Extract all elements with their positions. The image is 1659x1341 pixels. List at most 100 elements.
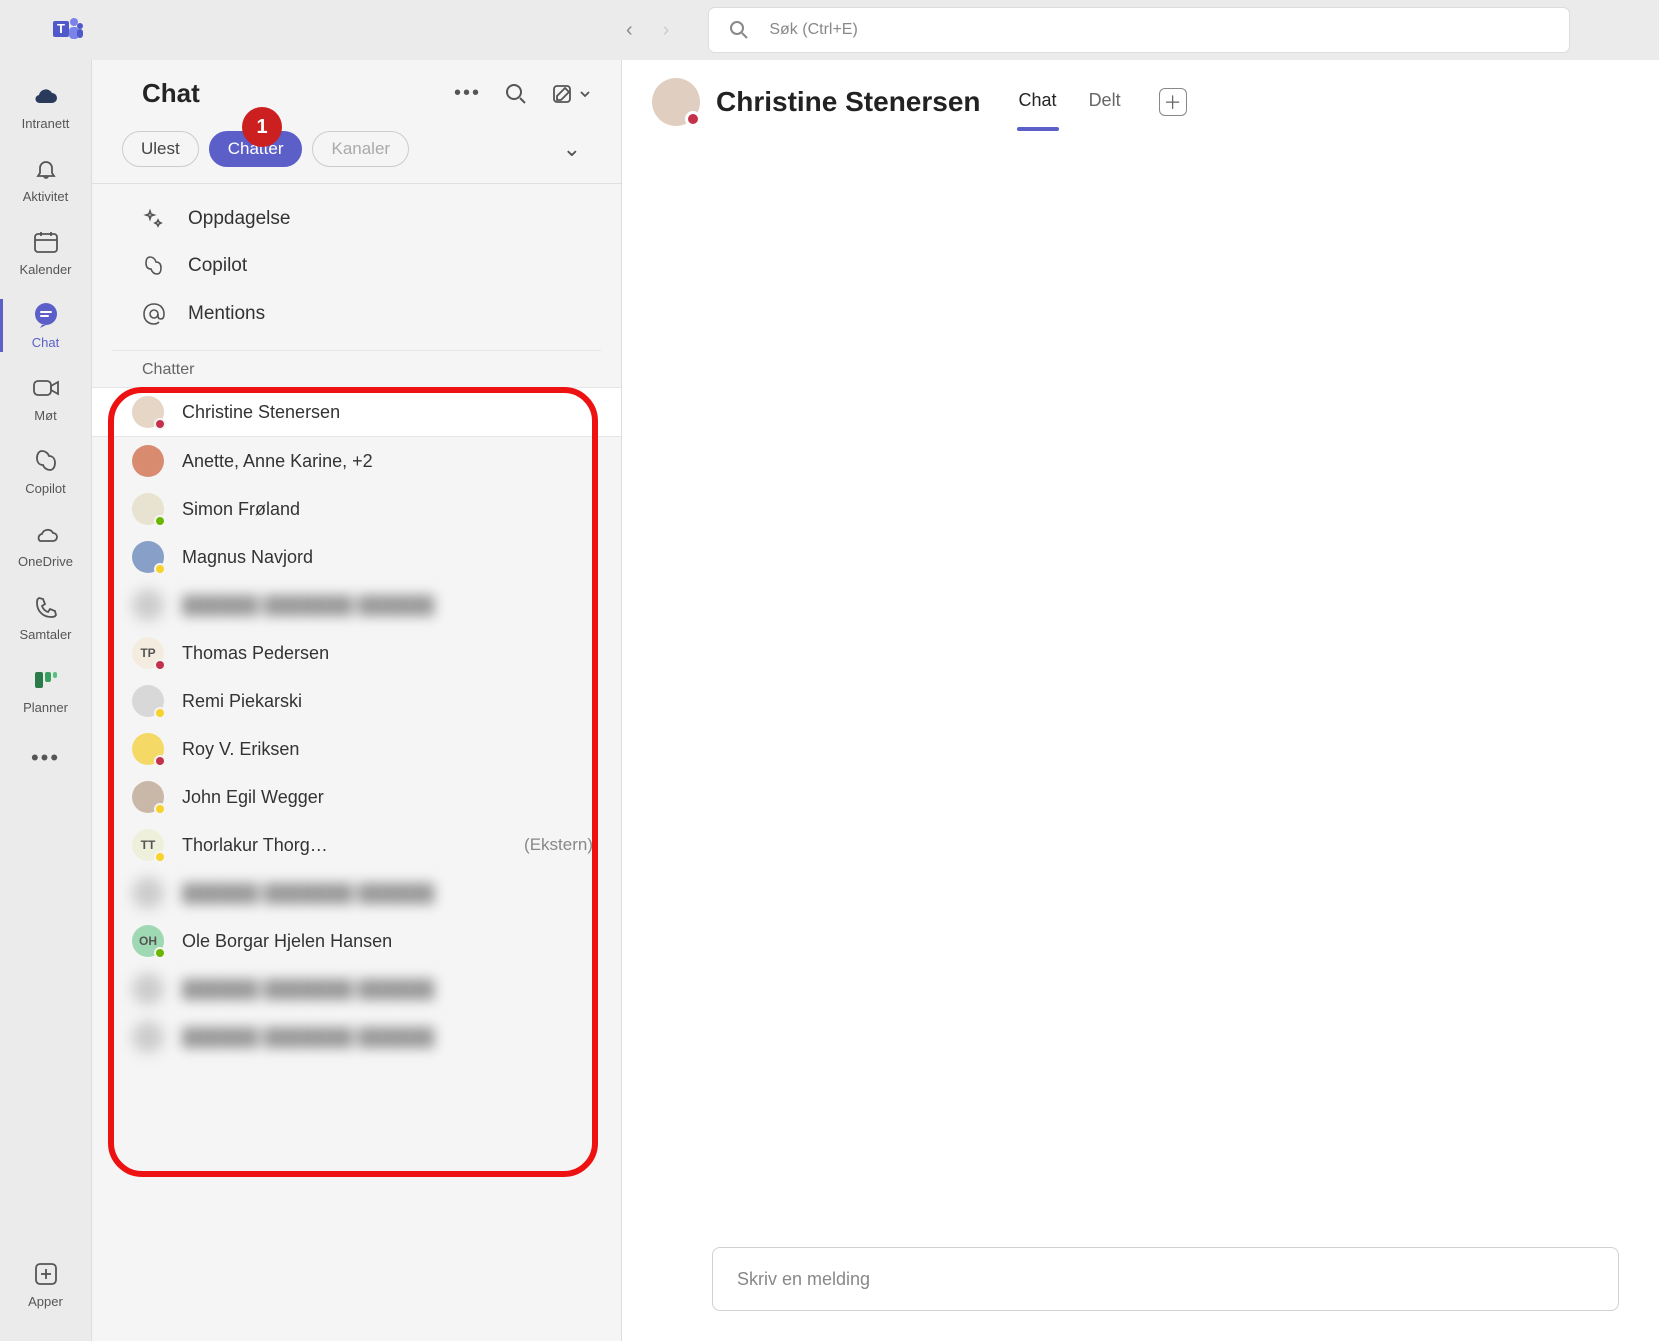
annotation-badge: 1 — [242, 107, 282, 147]
menu-oppdagelse[interactable]: Oppdagelse — [122, 196, 591, 242]
nav-forward-icon[interactable]: › — [663, 19, 670, 42]
chat-name: Christine Stenersen — [182, 402, 601, 423]
rail-mot[interactable]: Møt — [0, 362, 92, 435]
rail-label: OneDrive — [18, 554, 73, 569]
chat-list-item[interactable]: Simon Frøland — [92, 485, 621, 533]
external-label: (Ekstern) — [524, 835, 593, 855]
chat-name: Magnus Navjord — [182, 547, 601, 568]
presence-icon — [154, 803, 166, 815]
add-tab-button[interactable]: ＋ — [1159, 88, 1187, 116]
menu-label: Oppdagelse — [188, 208, 290, 230]
search-placeholder: Søk (Ctrl+E) — [769, 21, 857, 39]
chat-list-item[interactable]: TPThomas Pedersen — [92, 629, 621, 677]
avatar — [132, 973, 164, 1005]
chat-list-item[interactable]: ██████ ███████ ██████ — [92, 965, 621, 1013]
chat-icon — [32, 301, 60, 329]
chevron-down-icon[interactable]: ⌄ — [563, 136, 581, 162]
bell-icon — [32, 155, 60, 183]
filter-search-icon[interactable] — [505, 83, 527, 105]
presence-icon — [154, 659, 166, 671]
avatar: OH — [132, 925, 164, 957]
rail-label: Planner — [23, 700, 68, 715]
nav-arrows: ‹ › — [626, 19, 669, 42]
rail-copilot[interactable]: Copilot — [0, 435, 92, 508]
phone-icon — [32, 593, 60, 621]
cloud-outline-icon — [32, 520, 60, 548]
filter-channels[interactable]: Kanaler — [312, 131, 409, 167]
avatar — [132, 541, 164, 573]
chat-name: John Egil Wegger — [182, 787, 601, 808]
rail-intranett[interactable]: Intranett — [0, 70, 92, 143]
shortcut-menu: Oppdagelse Copilot Mentions — [112, 184, 601, 351]
chat-name: ██████ ███████ ██████ — [182, 1027, 601, 1048]
rail-chat[interactable]: Chat — [0, 289, 92, 362]
presence-icon — [154, 947, 166, 959]
copilot-icon — [142, 254, 168, 278]
avatar: TT — [132, 829, 164, 861]
rail-aktivitet[interactable]: Aktivitet — [0, 143, 92, 216]
rail-label: Møt — [34, 408, 56, 423]
chat-name: Ole Borgar Hjelen Hansen — [182, 931, 601, 952]
cloud-icon — [32, 82, 60, 110]
presence-icon — [685, 111, 701, 127]
svg-text:T: T — [57, 21, 65, 36]
rail-label: Samtaler — [19, 627, 71, 642]
tab-chat[interactable]: Chat — [1017, 84, 1059, 121]
menu-copilot[interactable]: Copilot — [122, 242, 591, 290]
avatar — [132, 589, 164, 621]
compose-icon[interactable] — [551, 83, 591, 105]
chat-name: Remi Piekarski — [182, 691, 601, 712]
chat-list-item[interactable]: John Egil Wegger — [92, 773, 621, 821]
avatar — [132, 493, 164, 525]
chat-list-item[interactable]: Remi Piekarski — [92, 677, 621, 725]
teams-logo-icon: T — [50, 12, 86, 48]
menu-label: Copilot — [188, 255, 247, 277]
rail-onedrive[interactable]: OneDrive — [0, 508, 92, 581]
conversation-title[interactable]: Christine Stenersen — [716, 86, 981, 118]
avatar[interactable] — [652, 78, 700, 126]
rail-label: Intranett — [22, 116, 70, 131]
conversation-header: Christine Stenersen Chat Delt ＋ — [622, 60, 1659, 144]
rail-planner[interactable]: Planner — [0, 654, 92, 727]
presence-icon — [154, 755, 166, 767]
rail-more[interactable]: ••• — [0, 727, 92, 789]
avatar — [132, 685, 164, 717]
rail-apper[interactable]: Apper — [0, 1248, 92, 1321]
chat-list-item[interactable]: Roy V. Eriksen — [92, 725, 621, 773]
chat-list-item[interactable]: Magnus Navjord — [92, 533, 621, 581]
app-rail: Intranett Aktivitet Kalender Chat Møt Co… — [0, 60, 92, 1341]
at-icon — [142, 302, 168, 326]
compose-placeholder: Skriv en melding — [737, 1269, 870, 1290]
chat-name: ██████ ███████ ██████ — [182, 883, 601, 904]
more-icon[interactable]: ••• — [454, 82, 481, 105]
copilot-icon — [32, 447, 60, 475]
filter-unread[interactable]: Ulest — [122, 131, 199, 167]
nav-back-icon[interactable]: ‹ — [626, 19, 633, 42]
chat-name: ██████ ███████ ██████ — [182, 979, 601, 1000]
rail-label: Copilot — [25, 481, 65, 496]
tab-delt[interactable]: Delt — [1087, 84, 1123, 121]
search-input[interactable]: Søk (Ctrl+E) — [709, 8, 1569, 52]
presence-icon — [154, 515, 166, 527]
avatar — [132, 396, 164, 428]
presence-icon — [154, 418, 166, 430]
chat-list-item[interactable]: OH Ole Borgar Hjelen Hansen — [92, 917, 621, 965]
chat-list-item[interactable]: ██████ ███████ ██████ — [92, 869, 621, 917]
compose-input[interactable]: Skriv en melding — [712, 1247, 1619, 1311]
rail-samtaler[interactable]: Samtaler — [0, 581, 92, 654]
chat-list-item[interactable]: Anette, Anne Karine, +2 — [92, 437, 621, 485]
chat-list-item[interactable]: ██████ ███████ ██████ — [92, 1013, 621, 1061]
calendar-icon — [32, 228, 60, 256]
rail-label: Apper — [28, 1294, 63, 1309]
rail-label: Chat — [32, 335, 59, 350]
menu-mentions[interactable]: Mentions — [122, 290, 591, 338]
chat-list-item[interactable]: ██████ ███████ ██████ — [92, 581, 621, 629]
filter-row: 1 Ulest Chatter Kanaler ⌄ — [92, 125, 621, 184]
chat-panel-header: Chat ••• — [92, 60, 621, 125]
search-icon — [729, 20, 749, 40]
chat-list-item[interactable]: Christine Stenersen — [92, 387, 621, 437]
chat-list-item[interactable]: TTThorlakur Thorg…(Ekstern) — [92, 821, 621, 869]
avatar — [132, 733, 164, 765]
rail-kalender[interactable]: Kalender — [0, 216, 92, 289]
sparkle-icon — [142, 208, 168, 230]
